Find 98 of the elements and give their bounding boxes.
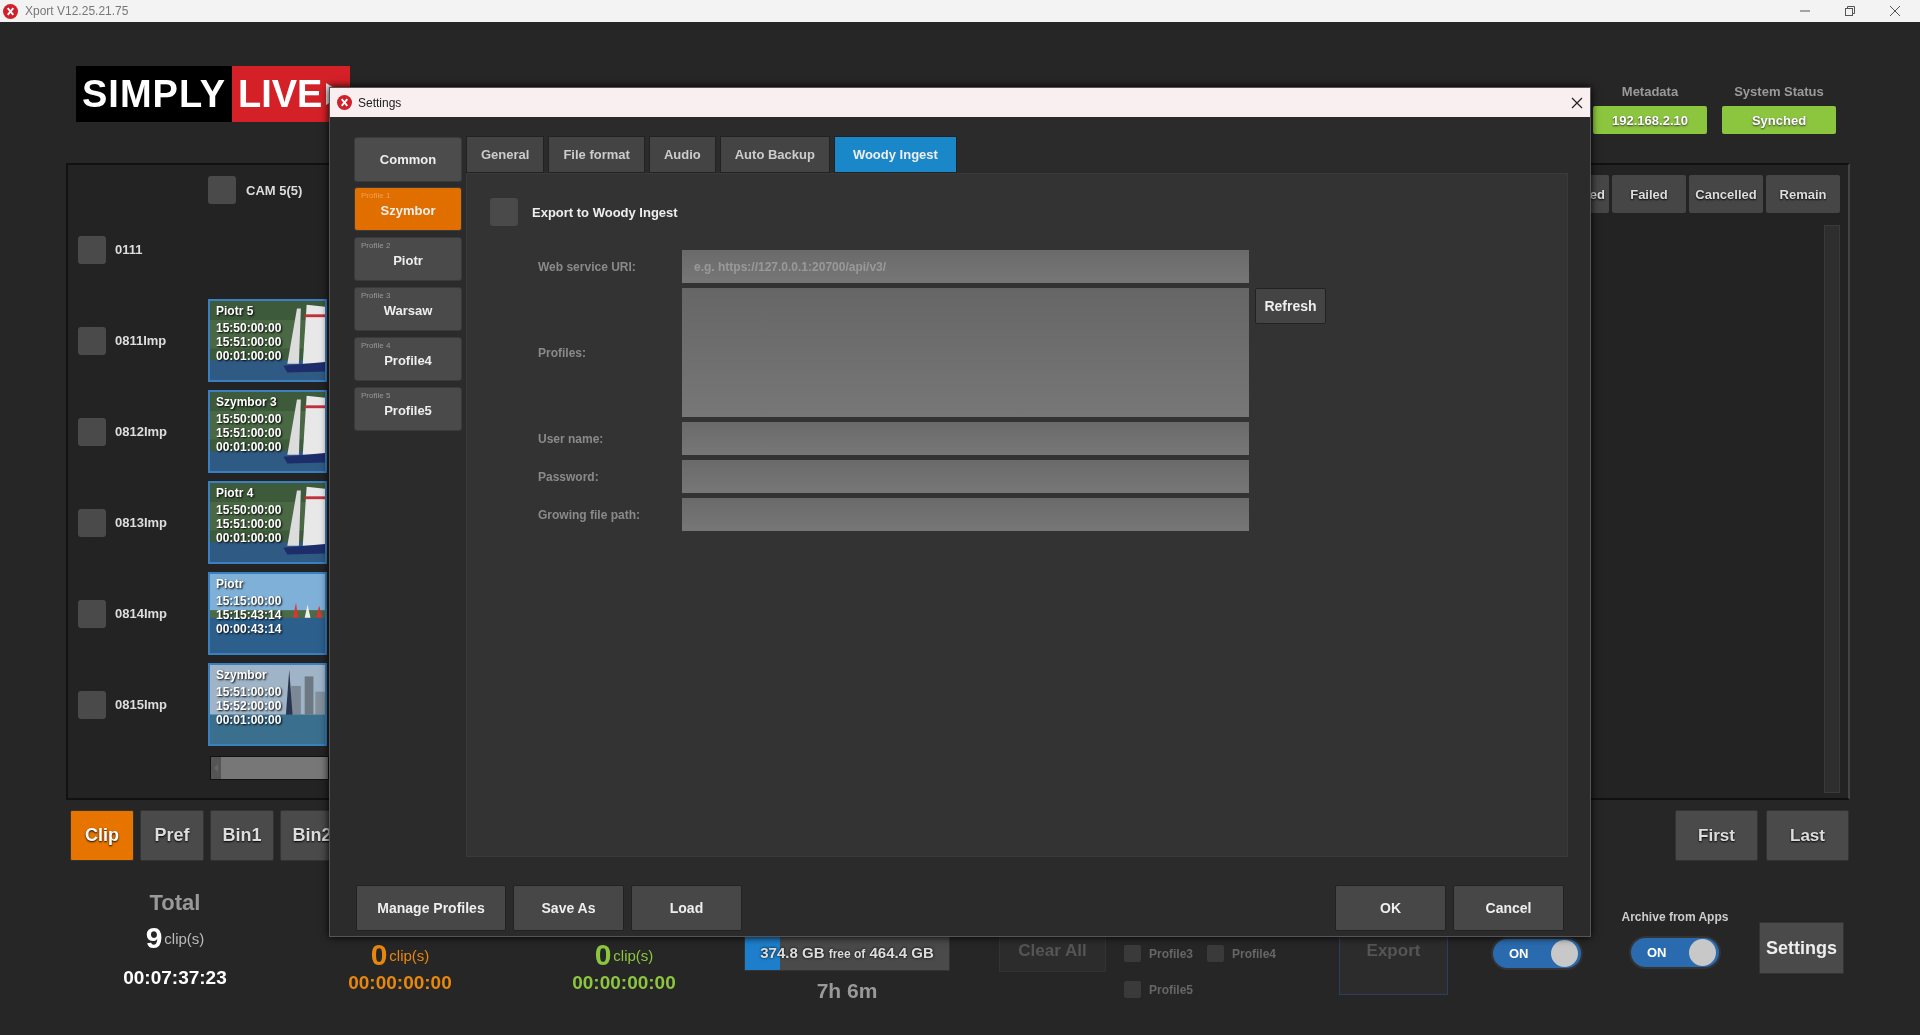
field-label: Web service URI:	[538, 259, 637, 274]
metadata-label: Metadata	[1621, 84, 1679, 99]
clip-duration: 00:01:00:00	[216, 531, 282, 545]
clip-timecode-in: 15:51:00:00	[216, 685, 282, 699]
field-label: Growing file path:	[538, 507, 641, 522]
clip-duration: 00:01:00:00	[216, 440, 282, 454]
clip-name: Piotr 4	[216, 486, 254, 500]
logo: SIMPLY LIVE	[76, 66, 351, 122]
dialog-button[interactable]: OK	[1335, 885, 1446, 931]
clip-duration: 00:01:00:00	[216, 713, 282, 727]
profile-button[interactable]: Profile 4 Profile4	[354, 337, 462, 381]
view-tab[interactable]: Pref	[140, 810, 204, 861]
dialog-button[interactable]: Save As	[513, 885, 624, 931]
navigation-button[interactable]: Last	[1766, 810, 1849, 861]
system-status: Synched	[1722, 106, 1836, 134]
profile-button[interactable]: Profile 5 Profile5	[354, 387, 462, 431]
tab[interactable]: Audio	[648, 136, 716, 173]
restore-icon[interactable]	[1844, 5, 1856, 17]
clip-timecode-in: 15:50:00:00	[216, 321, 282, 335]
clip-name: Piotr 5	[216, 304, 254, 318]
password-field[interactable]	[682, 460, 1249, 493]
input-field[interactable]	[682, 422, 1249, 455]
tab[interactable]: File format	[548, 136, 645, 173]
clip-duration: 00:00:43:14	[216, 622, 282, 636]
checkbox-label: Export to Woody Ingest	[532, 204, 678, 220]
clip-timecode-out: 15:51:00:00	[216, 517, 282, 531]
clip-timecode-in: 15:50:00:00	[216, 412, 282, 426]
refresh-button[interactable]: Refresh	[1255, 288, 1326, 324]
window-title: Xport V12.25.21.75	[25, 4, 129, 18]
clip-row-label: 0813Imp	[115, 515, 169, 530]
scroll-left-icon[interactable]	[211, 757, 221, 779]
clip-duration: 00:01:00:00	[216, 349, 282, 363]
app-icon	[3, 3, 18, 19]
profiles-list[interactable]	[682, 288, 1249, 417]
clip-count: 0clip(s)	[370, 938, 430, 972]
dialog-title: Settings	[358, 95, 402, 110]
checkbox[interactable]	[78, 235, 106, 264]
tab[interactable]: General	[466, 136, 545, 173]
clip-thumbnail[interactable]: Szymbor 3 15:50:00:00 15:51:00:00 00:01:00:00	[208, 390, 327, 473]
clip-name: Piotr	[216, 577, 244, 591]
clip-row-label: 0814Imp	[115, 606, 169, 621]
common-button[interactable]: Common	[354, 137, 462, 182]
dialog-button[interactable]: Cancel	[1453, 885, 1564, 931]
settings-button[interactable]: Settings	[1759, 922, 1844, 974]
clip-timecode-out: 15:52:00:00	[216, 699, 282, 713]
profile-button[interactable]: Profile 3 Warsaw	[354, 287, 462, 331]
clip-timecode-in: 15:50:00:00	[216, 503, 282, 517]
checkbox[interactable]	[78, 417, 106, 446]
metadata-address: 192.168.2.10	[1593, 106, 1707, 134]
checkbox[interactable]	[78, 599, 106, 628]
close-icon[interactable]	[1571, 96, 1583, 109]
clip-thumbnail[interactable]: Piotr 15:15:00:00 15:15:43:14 00:00:43:14	[208, 572, 327, 655]
tab[interactable]: Woody Ingest	[833, 136, 957, 173]
checkbox[interactable]	[78, 508, 106, 537]
view-tab[interactable]: Bin1	[210, 810, 274, 861]
clip-name: Szymbor	[216, 668, 267, 682]
column-header[interactable]: Cancelled	[1689, 175, 1763, 213]
checkbox[interactable]	[208, 176, 236, 204]
column-header[interactable]: Failed	[1612, 175, 1686, 213]
clip-thumbnail[interactable]: Piotr 4 15:50:00:00 15:51:00:00 00:01:00:00	[208, 481, 327, 564]
toggle-switch[interactable]: ON	[1491, 937, 1583, 970]
total-duration: 00:00:00:00	[572, 972, 676, 994]
clip-thumbnail[interactable]: Szymbor 15:51:00:00 15:52:00:00 00:01:00:00	[208, 663, 327, 746]
remaining-time: 7h 6m	[816, 979, 878, 1003]
total-duration: 00:07:37:23	[123, 967, 227, 989]
camera-label: CAM 5(5)	[246, 182, 303, 198]
dialog-button[interactable]: Manage Profiles	[356, 885, 506, 931]
close-icon[interactable]	[1889, 5, 1901, 17]
clip-timecode-out: 15:15:43:14	[216, 608, 282, 622]
clip-timecode-in: 15:15:00:00	[216, 594, 282, 608]
clip-thumbnail[interactable]: Piotr 5 15:50:00:00 15:51:00:00 00:01:00:00	[208, 299, 327, 382]
field-label: User name:	[538, 431, 605, 446]
clip-row-label: 0815Imp	[115, 697, 169, 712]
profile-button[interactable]: Profile 2 Piotr	[354, 237, 462, 281]
clip-row-label: 0111	[115, 242, 144, 257]
archive-label: Archive from Apps	[1621, 910, 1729, 924]
clip-name: Szymbor 3	[216, 395, 277, 409]
system-status-label: System Status	[1734, 84, 1824, 99]
checkbox[interactable]	[78, 326, 106, 355]
total-duration: 00:00:00:00	[348, 972, 452, 994]
clip-timecode-out: 15:51:00:00	[216, 426, 282, 440]
dialog-button[interactable]: Load	[631, 885, 742, 931]
tab[interactable]: Auto Backup	[719, 136, 830, 173]
app-icon	[337, 95, 352, 110]
field-label: Profiles:	[538, 345, 587, 360]
clip-timecode-out: 15:51:00:00	[216, 335, 282, 349]
input-field[interactable]	[682, 498, 1249, 531]
horizontal-scrollbar[interactable]	[210, 756, 329, 780]
clip-row-label: 0812Imp	[115, 424, 169, 439]
column-header[interactable]: Remain	[1766, 175, 1840, 213]
clip-count: 9clip(s)	[145, 920, 205, 956]
total-label: Total	[149, 890, 201, 916]
field-label: Password:	[538, 469, 600, 484]
toggle-switch[interactable]: ON	[1629, 936, 1721, 969]
checkbox[interactable]	[78, 690, 106, 719]
clip-count: 0clip(s)	[594, 938, 654, 972]
navigation-button[interactable]: First	[1675, 810, 1758, 861]
clip-row-label: 0811Imp	[115, 333, 168, 348]
